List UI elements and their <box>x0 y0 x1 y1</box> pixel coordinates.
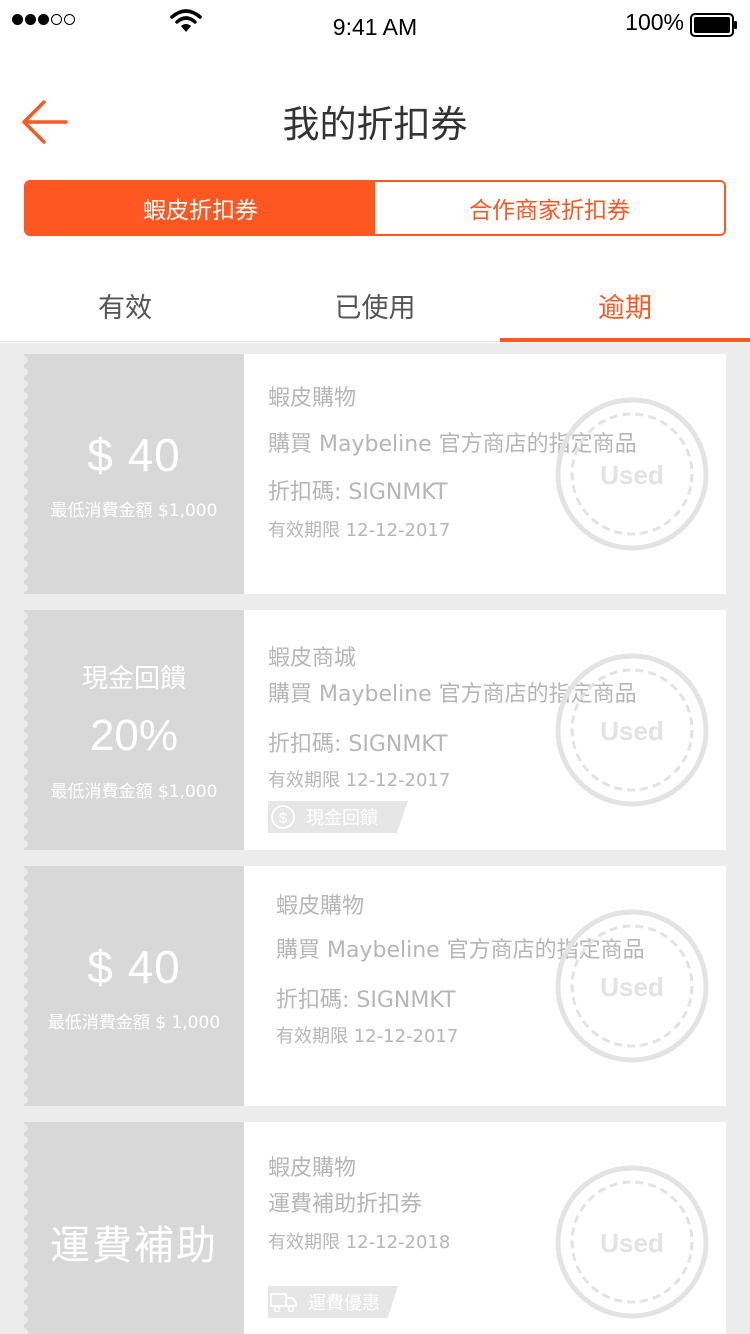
svg-text:Used: Used <box>600 716 664 746</box>
status-bar: 9:41 AM 100% <box>0 0 750 52</box>
coupon-code: 折扣碼: SIGNMKT <box>268 732 448 757</box>
coupon-shop: 蝦皮購物 <box>276 894 365 919</box>
tab-used[interactable]: 已使用 <box>250 264 500 341</box>
cashback-badge: $ 現金回饋 <box>268 801 408 833</box>
coupon-min-spend: 最低消費金額 $1,000 <box>50 782 218 802</box>
used-stamp-icon: Used <box>555 909 709 1063</box>
coupon-value-panel: $ 40 最低消費金額 $1,000 <box>24 354 244 594</box>
tab-expired[interactable]: 逾期 <box>500 264 750 342</box>
svg-text:Used: Used <box>600 460 664 490</box>
segment-shopee-coupons[interactable]: 蝦皮折扣券 <box>26 182 375 234</box>
svg-text:Used: Used <box>600 1228 664 1258</box>
svg-text:$: $ <box>279 810 288 827</box>
page-title: 我的折扣券 <box>282 103 468 146</box>
shipping-badge: 運費優惠 <box>268 1286 398 1318</box>
coupon-amount: $ 40 <box>87 940 181 993</box>
used-stamp-icon: Used <box>555 1165 709 1319</box>
coupon-source-segment: 蝦皮折扣券 合作商家折扣券 <box>24 180 726 236</box>
badge-label: 現金回饋 <box>306 808 378 829</box>
coupon-expiry: 有效期限 12-12-2017 <box>276 1026 459 1047</box>
coupon-details: 蝦皮購物 運費補助折扣券 有效期限 12-12-2018 運費優惠 Used <box>244 1122 726 1334</box>
coupon-type-label: 現金回饋 <box>81 664 186 694</box>
coupon-expiry: 有效期限 12-12-2017 <box>268 520 451 541</box>
coupon-description: 運費補助折扣券 <box>268 1192 423 1217</box>
nav-bar: 我的折扣券 <box>0 80 750 160</box>
dollar-circle-icon: $ <box>271 805 295 829</box>
coupon-amount: $ 40 <box>87 428 181 481</box>
used-stamp-icon: Used <box>555 397 709 551</box>
coupon-value-panel: 運費補助 <box>24 1122 244 1334</box>
battery-percent: 100% <box>625 9 684 35</box>
coupon-code: 折扣碼: SIGNMKT <box>276 988 456 1013</box>
coupon-shop: 蝦皮購物 <box>268 386 357 411</box>
status-tabs: 有效 已使用 逾期 <box>0 264 750 342</box>
coupon-expiry: 有效期限 12-12-2018 <box>268 1232 451 1253</box>
battery-icon <box>690 13 737 37</box>
coupon-value-panel: $ 40 最低消費金額 $ 1,000 <box>24 866 244 1106</box>
coupon-min-spend: 最低消費金額 $ 1,000 <box>47 1012 221 1033</box>
coupon-min-spend: 最低消費金額 $1,000 <box>50 500 218 521</box>
badge-label: 運費優惠 <box>308 1293 380 1314</box>
coupon-code: 折扣碼: SIGNMKT <box>268 480 448 505</box>
coupon-details: 蝦皮購物 購買 Maybeline 官方商店的指定商品 折扣碼: SIGNMKT… <box>244 866 726 1106</box>
coupon-card[interactable]: 運費補助 蝦皮購物 運費補助折扣券 有效期限 12-12-2018 運費優惠 U… <box>24 1122 726 1334</box>
truck-icon <box>270 1293 297 1313</box>
segment-partner-coupons[interactable]: 合作商家折扣券 <box>375 182 724 234</box>
coupon-details: 蝦皮購物 購買 Maybeline 官方商店的指定商品 折扣碼: SIGNMKT… <box>244 354 726 594</box>
coupon-percent: 20% <box>89 711 179 760</box>
coupon-card[interactable]: $ 40 最低消費金額 $1,000 蝦皮購物 購買 Maybeline 官方商… <box>24 354 726 594</box>
coupon-shop: 蝦皮商城 <box>268 646 357 671</box>
coupon-shop: 蝦皮購物 <box>268 1156 357 1181</box>
coupon-type-label: 運費補助 <box>50 1223 218 1269</box>
used-stamp-icon: Used <box>555 653 709 807</box>
coupon-expiry: 有效期限 12-12-2017 <box>268 770 451 791</box>
coupon-list: $ 40 最低消費金額 $1,000 蝦皮購物 購買 Maybeline 官方商… <box>0 343 750 1334</box>
svg-text:Used: Used <box>600 972 664 1002</box>
coupon-value-panel: 現金回饋 20% 最低消費金額 $1,000 <box>24 610 244 850</box>
coupon-details: 蝦皮商城 購買 Maybeline 官方商店的指定商品 折扣碼: SIGNMKT… <box>244 610 726 850</box>
coupon-card[interactable]: 現金回饋 20% 最低消費金額 $1,000 蝦皮商城 購買 Maybeline… <box>24 610 726 850</box>
tab-valid[interactable]: 有效 <box>0 264 250 341</box>
coupon-card[interactable]: $ 40 最低消費金額 $ 1,000 蝦皮購物 購買 Maybeline 官方… <box>24 866 726 1106</box>
